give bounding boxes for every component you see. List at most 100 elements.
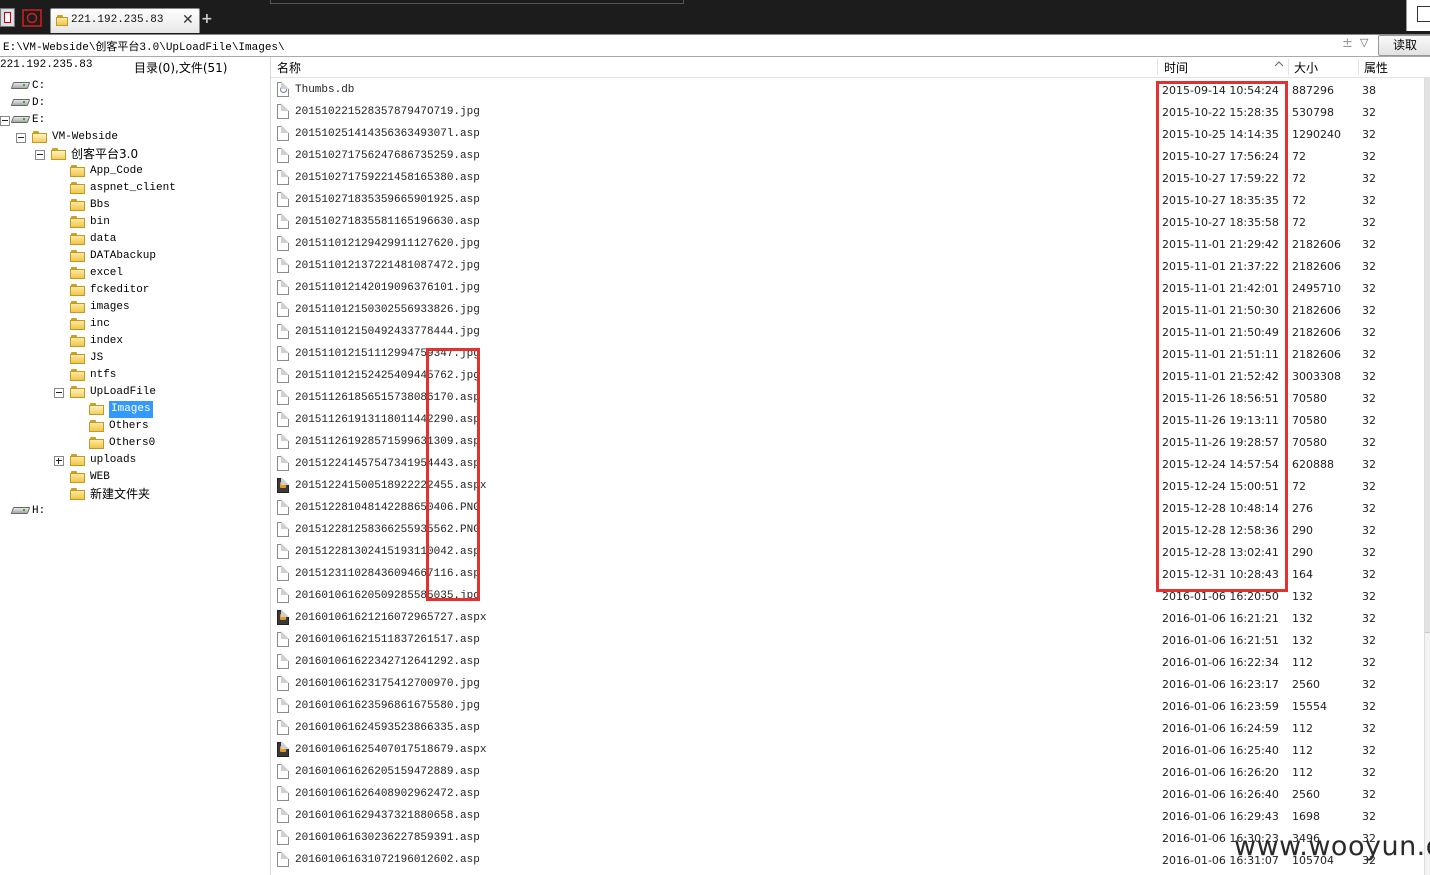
collapse-icon[interactable] xyxy=(35,150,45,160)
tree-node[interactable]: Images xyxy=(0,401,270,418)
tree-node[interactable]: VM-Webside xyxy=(0,129,270,146)
tree-node[interactable]: inc xyxy=(0,316,270,333)
file-row[interactable]: 20160106162459352386633​5.asp 2016-01-06 … xyxy=(271,717,1424,739)
file-size: 3003308 xyxy=(1292,370,1341,383)
tree-node[interactable]: fckeditor xyxy=(0,282,270,299)
tree-node[interactable]: uploads xyxy=(0,452,270,469)
tree-node[interactable]: Others0 xyxy=(0,435,270,452)
file-row[interactable]: 2015122414575473419544​43.asp 2015-12-24 … xyxy=(271,453,1424,475)
tree-node[interactable]: 创客平台3.0 xyxy=(0,146,270,163)
collapse-icon[interactable] xyxy=(54,388,64,398)
file-time: 2015-11-01 21:50:49 xyxy=(1162,326,1279,339)
column-time[interactable]: 时间 xyxy=(1164,59,1188,76)
vertical-scrollbar[interactable] xyxy=(1424,77,1430,875)
chevron-down-icon[interactable]: ▽ xyxy=(1360,36,1368,49)
file-row[interactable]: 20151027183535966590192​5.asp 2015-10-27 … xyxy=(271,189,1424,211)
file-row[interactable]: 2015102717592214581653​80.asp 2015-10-27 … xyxy=(271,167,1424,189)
file-row[interactable]: 2015112619285715996313​09.asp 2015-11-26 … xyxy=(271,431,1424,453)
tree-node[interactable]: UpLoadFile xyxy=(0,384,270,401)
pin-icon[interactable]: ± xyxy=(1342,36,1353,51)
file-row[interactable]: 2015110121504924337784​44.jpg 2015-11-01 … xyxy=(271,321,1424,343)
file-attr: 32 xyxy=(1362,260,1376,273)
file-attr: 32 xyxy=(1362,392,1376,405)
folder-icon xyxy=(70,301,86,313)
file-size: 72 xyxy=(1292,480,1306,493)
file-attr: 32 xyxy=(1362,216,1376,229)
file-row[interactable]: 20151025141435636349307l.asp 2015-10-25 1… xyxy=(271,123,1424,145)
close-icon[interactable]: ✕ xyxy=(182,12,194,28)
file-row[interactable]: 2015122813024151931100​42.asp 2015-12-28 … xyxy=(271,541,1424,563)
file-attr: 32 xyxy=(1362,524,1376,537)
file-icon xyxy=(277,389,289,405)
tree-node[interactable]: D: xyxy=(0,95,270,112)
file-row[interactable]: 2015110121372214810874​72.jpg 2015-11-01 … xyxy=(271,255,1424,277)
tree-node[interactable]: C: xyxy=(0,78,270,95)
file-row[interactable]: 20160106162121607296572​7.aspx 2016-01-06… xyxy=(271,607,1424,629)
column-attr[interactable]: 属性 xyxy=(1364,59,1388,76)
file-row[interactable]: 20151027175624768673525​9.asp 2015-10-27 … xyxy=(271,145,1424,167)
window-close-button[interactable] xyxy=(1406,0,1430,31)
file-row[interactable]: 20160106162943732188065​8.asp 2016-01-06 … xyxy=(271,805,1424,827)
file-row[interactable]: 2015122415005189222224​55.aspx 2015-12-24… xyxy=(271,475,1424,497)
target-icon[interactable] xyxy=(22,9,42,27)
file-row[interactable]: 2015122812583662559355​62.PNG 2015-12-28 … xyxy=(271,519,1424,541)
path-input[interactable]: E:\VM-Webside\创客平台3.0\UpLoadFile\Images\ xyxy=(3,38,285,54)
file-row[interactable]: 2015110121524254094457​62.jpg 2015-11-01 … xyxy=(271,365,1424,387)
tree-node[interactable]: Others xyxy=(0,418,270,435)
file-time: 2016-01-06 16:20:50 xyxy=(1162,590,1279,603)
file-row[interactable]: 2015122810481422886504​06.PNG 2015-12-28 … xyxy=(271,497,1424,519)
scrollbar-thumb[interactable] xyxy=(1425,77,1430,633)
file-row[interactable]: 20160106162540701751867​9.aspx 2016-01-06… xyxy=(271,739,1424,761)
tree-node[interactable]: WEB xyxy=(0,469,270,486)
file-size: 112 xyxy=(1292,766,1313,779)
column-size[interactable]: 大小 xyxy=(1294,59,1318,76)
file-row[interactable]: 2015112618565157380861​70.asp 2015-11-26 … xyxy=(271,387,1424,409)
file-row[interactable]: 2016010616205092855850​35.jpg 2016-01-06 … xyxy=(271,585,1424,607)
menu-strip xyxy=(270,0,684,4)
app-menu-button[interactable] xyxy=(0,8,15,27)
file-row[interactable]: 2015110121503025569338​26.jpg 2015-11-01 … xyxy=(271,299,1424,321)
file-row[interactable]: 20160106162151183726151​7.asp 2016-01-06 … xyxy=(271,629,1424,651)
file-name: 2015122813024151931100​42.asp xyxy=(295,546,480,558)
file-row[interactable]: 2015112619131180114422​90.asp 2015-11-26 … xyxy=(271,409,1424,431)
file-attr: 32 xyxy=(1362,238,1376,251)
file-row[interactable]: 2015102718355811651966​30.asp 2015-10-27 … xyxy=(271,211,1424,233)
file-row[interactable]: 20160106162359686167558​0.jpg 2016-01-06 … xyxy=(271,695,1424,717)
tree-node[interactable]: images xyxy=(0,299,270,316)
tree-node-label: JS xyxy=(90,352,104,364)
tab-connection[interactable]: 221.192.235.83 ✕ xyxy=(50,8,200,33)
file-row[interactable]: 20160106162620515947288​9.asp 2016-01-06 … xyxy=(271,761,1424,783)
tree-node[interactable]: JS xyxy=(0,350,270,367)
file-row[interactable]: 20151022152835787947O719.jpg 2015-10-22 1… xyxy=(271,101,1424,123)
file-name: 2015123110284360946671​16.asp xyxy=(295,568,480,580)
file-row[interactable]: 20160106162317541270097​0.jpg 2016-01-06 … xyxy=(271,673,1424,695)
read-button[interactable]: 读取 xyxy=(1378,35,1430,56)
file-name: 2015110121420190963761​01.jpg xyxy=(295,282,480,294)
tree-node[interactable]: H: xyxy=(0,503,270,520)
file-row[interactable]: 2015110121294299111276​20.jpg 2015-11-01 … xyxy=(271,233,1424,255)
tree-node[interactable]: ntfs xyxy=(0,367,270,384)
file-row[interactable]: Thumbs.db 2015-09-14 10:54:24 887296 38 xyxy=(271,79,1424,101)
file-row[interactable]: 20160106162234271264129​2.asp 2016-01-06 … xyxy=(271,651,1424,673)
collapse-icon[interactable] xyxy=(0,116,10,126)
file-icon xyxy=(277,103,289,119)
expand-icon[interactable] xyxy=(54,456,64,466)
tree-node[interactable]: 新建文件夹 xyxy=(0,486,270,503)
tree-node[interactable]: aspnet_client xyxy=(0,180,270,197)
file-row[interactable]: 2015110121420190963761​01.jpg 2015-11-01 … xyxy=(271,277,1424,299)
tree-node[interactable]: DATAbackup xyxy=(0,248,270,265)
tree-node[interactable]: data xyxy=(0,231,270,248)
tree-node[interactable]: Bbs xyxy=(0,197,270,214)
tree-node[interactable]: App_Code xyxy=(0,163,270,180)
file-attr: 32 xyxy=(1362,700,1376,713)
column-name[interactable]: 名称 xyxy=(277,59,301,76)
collapse-icon[interactable] xyxy=(16,133,26,143)
tree-node[interactable]: excel xyxy=(0,265,270,282)
tree-node[interactable]: index xyxy=(0,333,270,350)
file-row[interactable]: 20160106162640890296247​2.asp 2016-01-06 … xyxy=(271,783,1424,805)
new-tab-button[interactable]: + xyxy=(201,11,213,27)
tree-node[interactable]: E: xyxy=(0,112,270,129)
file-row[interactable]: 2015123110284360946671​16.asp 2015-12-31 … xyxy=(271,563,1424,585)
tree-node[interactable]: bin xyxy=(0,214,270,231)
file-row[interactable]: 2015110121511129947593​47.jpg 2015-11-01 … xyxy=(271,343,1424,365)
